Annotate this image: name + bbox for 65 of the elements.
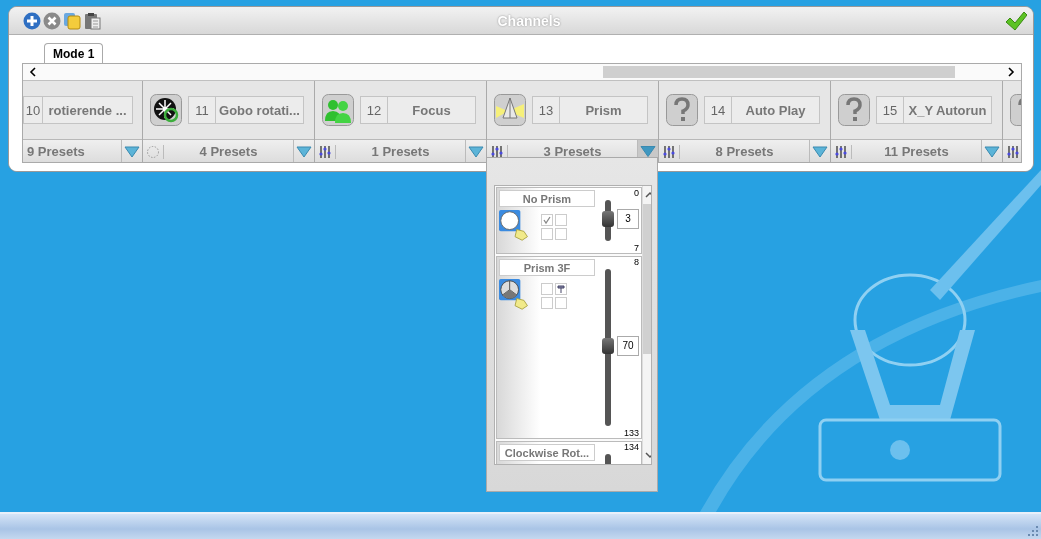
close-icon[interactable] bbox=[43, 11, 61, 30]
range-min: 8 bbox=[634, 257, 639, 267]
range-max: 7 bbox=[634, 243, 639, 253]
dropdown-arrow-icon[interactable] bbox=[810, 145, 830, 158]
gobo-icon bbox=[150, 94, 182, 126]
channel-name: X_Y Autorun bbox=[907, 101, 988, 120]
checkbox[interactable] bbox=[555, 297, 567, 309]
preset-item[interactable]: Prism 3F 8 70 133 bbox=[496, 256, 642, 439]
range-min: 134 bbox=[623, 442, 639, 452]
range-min: 0 bbox=[634, 188, 639, 198]
channel-name-field[interactable]: 12 Focus bbox=[360, 96, 476, 124]
checkbox[interactable] bbox=[541, 297, 553, 309]
channel-number: 15 bbox=[877, 97, 904, 123]
channel-number: 13 bbox=[533, 97, 560, 123]
channel-name: Focus bbox=[411, 101, 452, 120]
slider-thumb[interactable] bbox=[602, 210, 614, 227]
channel-name: Auto Play bbox=[744, 101, 807, 120]
channel-name-field[interactable]: 14 Auto Play bbox=[704, 96, 820, 124]
question-icon bbox=[838, 94, 870, 126]
resize-grip-icon[interactable] bbox=[1028, 526, 1038, 536]
value-field[interactable]: 3 bbox=[617, 208, 639, 229]
preset-name-field[interactable]: Clockwise Rot... bbox=[499, 444, 595, 461]
scrollbar-thumb[interactable] bbox=[603, 66, 955, 78]
dropdown-arrow-icon[interactable] bbox=[122, 145, 142, 158]
channel-number: 10 bbox=[24, 97, 43, 123]
question-icon bbox=[666, 94, 698, 126]
channel-name-field[interactable]: 10 rotierende ... bbox=[23, 96, 133, 124]
dropdown-arrow-icon[interactable] bbox=[982, 145, 1002, 158]
add-icon[interactable] bbox=[23, 11, 41, 30]
preset-circle-icon bbox=[499, 210, 531, 242]
checkbox[interactable] bbox=[541, 214, 553, 226]
channel-name: Gobo rotati... bbox=[218, 101, 301, 120]
slider-track[interactable] bbox=[605, 269, 611, 426]
slider-thumb[interactable] bbox=[602, 338, 614, 355]
checkbox[interactable] bbox=[555, 214, 567, 226]
range-max: 133 bbox=[623, 428, 639, 438]
channel-number: 14 bbox=[705, 97, 732, 123]
tab[interactable]: Mode 1 bbox=[44, 43, 104, 63]
dropdown-arrow-icon[interactable] bbox=[466, 145, 486, 158]
preset-item[interactable]: Clockwise Rot... 134 bbox=[496, 441, 642, 464]
preset-name-field[interactable]: Prism 3F bbox=[499, 259, 595, 276]
checkmark-icon[interactable] bbox=[1005, 10, 1027, 31]
checkbox[interactable] bbox=[555, 228, 567, 240]
channel-name-field[interactable]: 15 X_Y Autorun bbox=[876, 96, 992, 124]
prism-icon bbox=[494, 94, 526, 126]
scroll-right-icon[interactable] bbox=[1007, 67, 1015, 77]
channel-number: 11 bbox=[189, 97, 216, 123]
preset-item[interactable]: No Prism 0 3 7 bbox=[496, 187, 642, 254]
checkbox[interactable] bbox=[541, 283, 553, 295]
preset-name-field[interactable]: No Prism bbox=[499, 190, 595, 207]
clipboard-icon[interactable] bbox=[83, 11, 101, 30]
channel-name: Prism bbox=[584, 101, 623, 120]
dropdown-arrow-icon[interactable] bbox=[294, 145, 314, 158]
horizontal-scrollbar[interactable] bbox=[23, 64, 1021, 81]
people-icon bbox=[322, 94, 354, 126]
pin-checkbox[interactable] bbox=[555, 283, 567, 295]
channel-name: rotierende ... bbox=[47, 101, 128, 120]
checkbox[interactable] bbox=[541, 228, 553, 240]
slider-track[interactable] bbox=[605, 200, 611, 241]
channel-number: 12 bbox=[361, 97, 388, 123]
scroll-left-icon[interactable] bbox=[29, 67, 37, 77]
preset-pie-icon bbox=[499, 279, 531, 311]
channel-name-field[interactable]: 11 Gobo rotati... bbox=[188, 96, 304, 124]
value-field[interactable]: 70 bbox=[617, 336, 639, 357]
channel-name-field[interactable]: 13 Prism bbox=[532, 96, 648, 124]
